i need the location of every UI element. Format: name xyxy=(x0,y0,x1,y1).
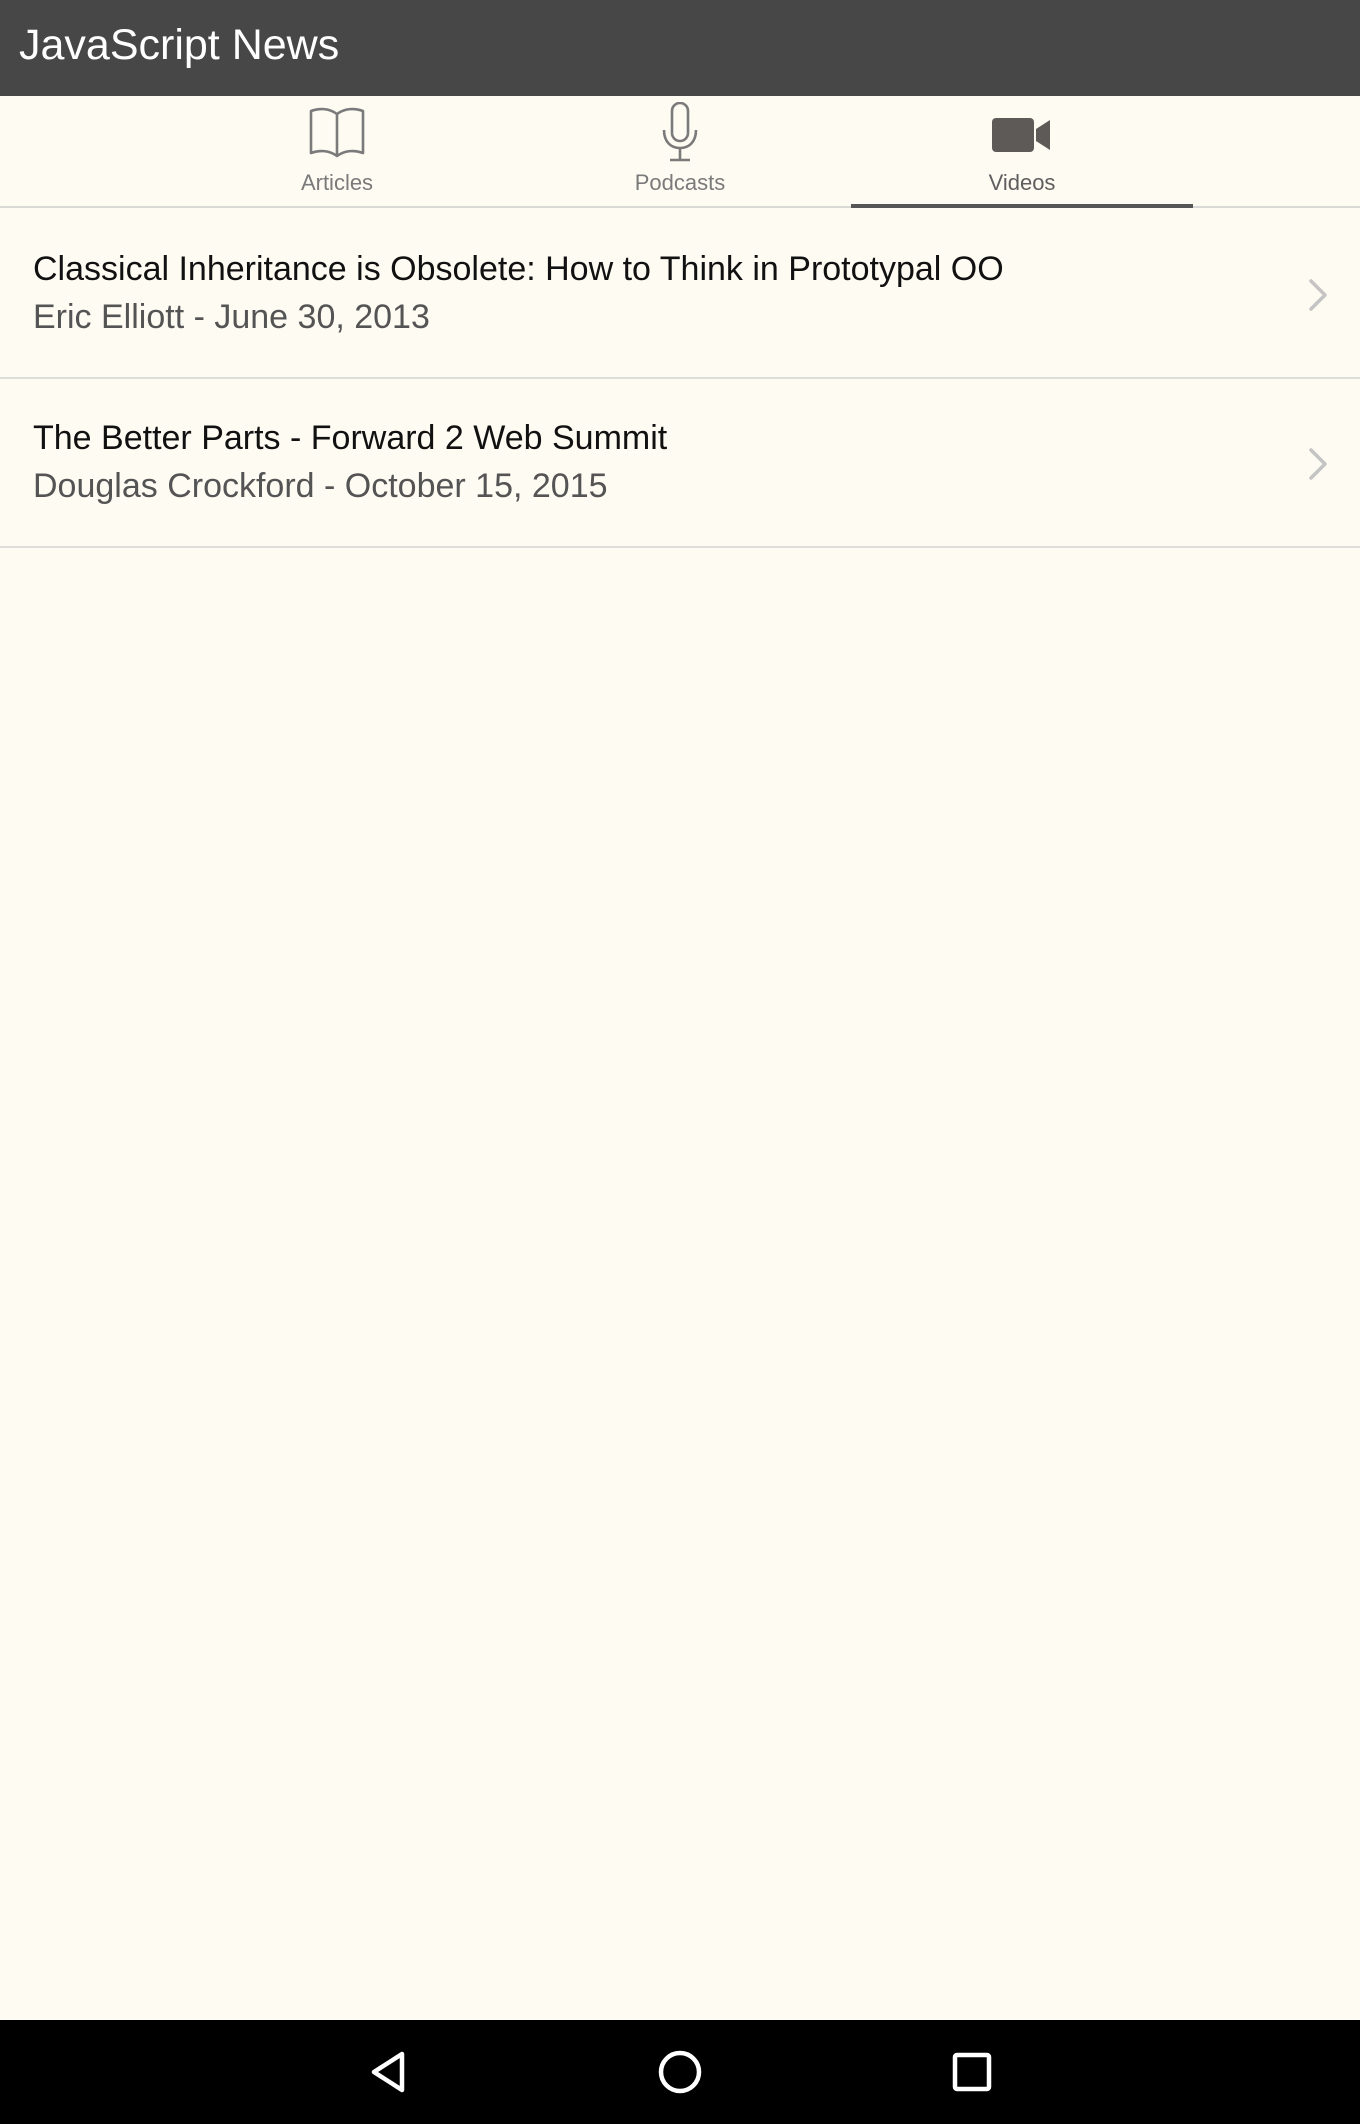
tab-articles[interactable]: Articles xyxy=(166,96,508,206)
list-item[interactable]: Classical Inheritance is Obsolete: How t… xyxy=(0,210,1360,379)
book-icon xyxy=(307,102,367,167)
video-camera-icon xyxy=(990,102,1054,167)
system-navigation-bar xyxy=(0,2020,1360,2124)
tab-podcasts-label: Podcasts xyxy=(634,170,726,195)
microphone-icon xyxy=(650,101,710,171)
home-button[interactable] xyxy=(630,2020,730,2124)
tab-videos[interactable]: Videos xyxy=(851,96,1193,208)
app-title: JavaScript News xyxy=(19,21,340,69)
back-button[interactable] xyxy=(338,2020,438,2124)
tab-articles-label: Articles xyxy=(300,170,374,195)
chevron-right-icon xyxy=(1306,275,1330,320)
tab-bar: Articles Podcasts Videos xyxy=(0,96,1360,208)
video-author-date: Douglas Crockford - October 15, 2015 xyxy=(33,467,608,505)
video-title: The Better Parts - Forward 2 Web Summit xyxy=(33,419,668,457)
recents-button[interactable] xyxy=(922,2020,1022,2124)
active-tab-indicator xyxy=(851,204,1193,208)
app-root: JavaScript News Articles Podcasts Videos… xyxy=(0,0,1360,2124)
video-list: Classical Inheritance is Obsolete: How t… xyxy=(0,210,1360,548)
chevron-right-icon xyxy=(1306,444,1330,489)
video-author-date: Eric Elliott - June 30, 2013 xyxy=(33,298,430,336)
video-title: Classical Inheritance is Obsolete: How t… xyxy=(33,250,1004,288)
tab-podcasts[interactable]: Podcasts xyxy=(509,96,851,206)
list-item[interactable]: The Better Parts - Forward 2 Web Summit … xyxy=(0,379,1360,548)
tab-videos-label: Videos xyxy=(988,170,1056,195)
title-bar: JavaScript News xyxy=(0,0,1360,96)
